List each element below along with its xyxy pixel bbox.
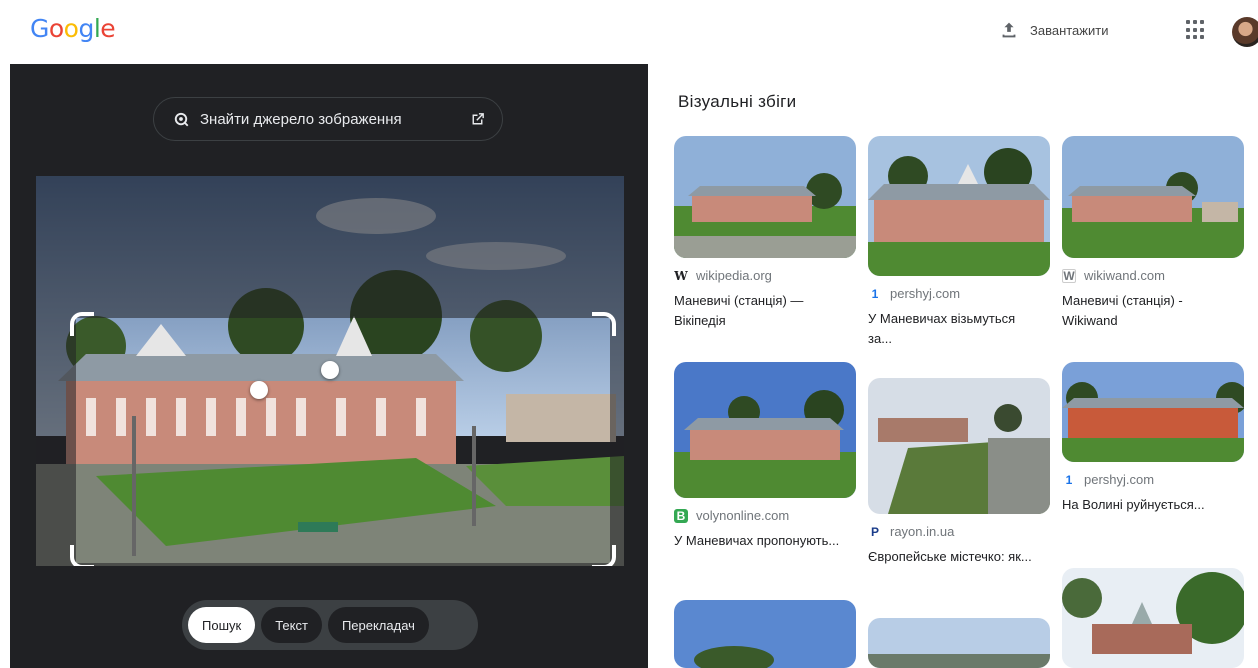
header: Google Завантажити (0, 0, 1258, 62)
result-thumbnail (1062, 136, 1244, 258)
result-card[interactable]: Wwikipedia.org Маневичі (станція) — Вікі… (674, 136, 856, 331)
object-dot[interactable] (321, 361, 339, 379)
result-card[interactable] (868, 618, 1050, 668)
find-source-label: Знайти джерело зображення (200, 110, 402, 128)
result-card[interactable] (674, 600, 856, 668)
upload-label: Завантажити (1030, 22, 1109, 38)
result-thumbnail (674, 136, 856, 258)
favicon-icon: 1 (871, 286, 879, 301)
uploaded-photo (36, 176, 624, 566)
mode-text-tab[interactable]: Текст (261, 607, 322, 643)
result-source: rayon.in.ua (890, 524, 955, 539)
result-card[interactable] (1062, 568, 1244, 668)
object-dot[interactable] (250, 381, 268, 399)
crop-handle-bottom-left[interactable] (70, 545, 94, 566)
crop-handle-top-right[interactable] (592, 312, 616, 336)
result-thumbnail (868, 618, 1050, 668)
result-source: pershyj.com (890, 286, 961, 301)
result-source: pershyj.com (1084, 472, 1155, 487)
result-thumbnail (868, 378, 1050, 514)
result-source: volynonline.com (696, 508, 790, 523)
result-thumbnail (674, 600, 856, 668)
result-card[interactable]: 1 pershyj.com На Волині руйнується... (1062, 362, 1244, 515)
favicon-icon: W (674, 268, 688, 283)
result-card[interactable]: Wwikiwand.com Маневичі (станція) - Wikiw… (1062, 136, 1244, 331)
apps-grid-icon[interactable] (1186, 20, 1206, 40)
result-thumbnail (674, 362, 856, 498)
google-logo[interactable]: Google (30, 14, 116, 43)
result-card[interactable]: 1 pershyj.com У Маневичах візьмуться за..… (868, 136, 1050, 349)
open-external-icon (472, 113, 484, 125)
favicon-icon: B (674, 508, 688, 523)
result-card[interactable]: Bvolynonline.com У Маневичах пропонують.… (674, 362, 856, 551)
find-image-source-button[interactable]: Знайти джерело зображення (153, 97, 503, 141)
upload-button[interactable]: Завантажити (998, 16, 1108, 44)
result-thumbnail (1062, 568, 1244, 668)
result-thumbnail (868, 136, 1050, 276)
favicon-icon: P (870, 524, 879, 539)
favicon-icon: W (1062, 268, 1076, 283)
result-source: wikipedia.org (696, 268, 772, 283)
results-title: Візуальні збіги (678, 92, 797, 111)
result-source: wikiwand.com (1084, 268, 1165, 283)
crop-handle-bottom-right[interactable] (592, 545, 616, 566)
avatar[interactable] (1232, 17, 1258, 47)
result-title: Європейське містечко: як... (868, 549, 1032, 564)
favicon-icon: 1 (1065, 472, 1073, 487)
upload-icon (1002, 22, 1016, 38)
mode-switcher: Пошук Текст Перекладач (182, 600, 478, 650)
mode-translate-tab[interactable]: Перекладач (327, 607, 429, 643)
result-title: Маневичі (станція) — Вікіпедія (674, 293, 804, 328)
result-title: У Маневичах пропонують... (674, 533, 840, 548)
result-title: На Волині руйнується... (1062, 497, 1205, 512)
lens-icon (174, 112, 189, 127)
crop-handle-top-left[interactable] (70, 312, 94, 336)
result-title: Маневичі (станція) - Wikiwand (1062, 293, 1183, 328)
result-title: У Маневичах візьмуться за... (868, 311, 1016, 346)
result-thumbnail (1062, 362, 1244, 462)
image-preview-panel: Знайти джерело зображення Пошук Текст Пе… (10, 64, 648, 668)
mode-search-tab[interactable]: Пошук (188, 607, 256, 643)
result-card[interactable]: Prayon.in.ua Європейське містечко: як... (868, 378, 1050, 567)
crop-selection[interactable] (70, 312, 616, 566)
